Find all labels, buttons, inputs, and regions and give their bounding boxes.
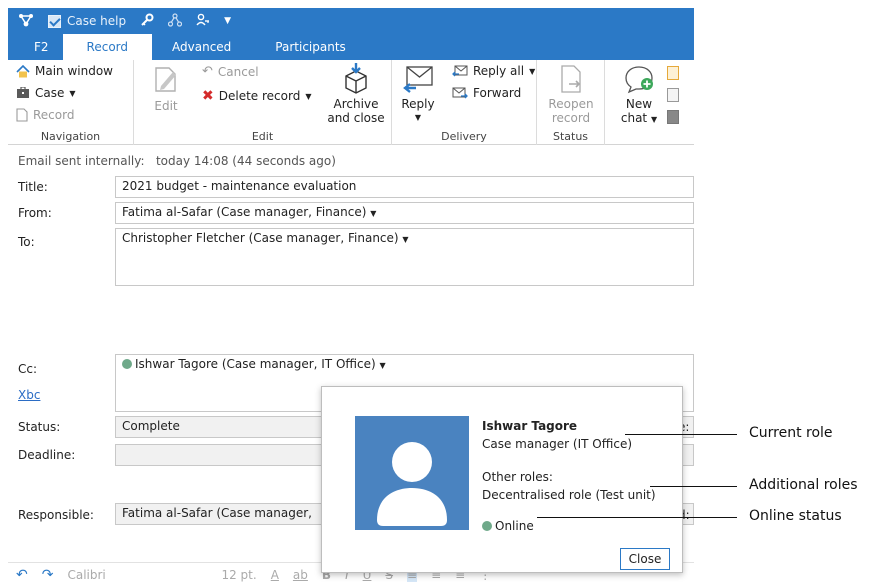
annotation-online-status: Online status xyxy=(749,508,842,524)
status-group: Reopen record Status xyxy=(537,60,605,145)
font-color-icon[interactable]: A xyxy=(271,568,279,582)
redo-icon[interactable]: ↷ xyxy=(42,567,54,583)
checkbox-icon xyxy=(48,14,61,28)
case-button[interactable]: Case ▼ xyxy=(16,86,76,100)
tab-advanced[interactable]: Advanced xyxy=(152,34,251,60)
chevron-down-icon: ▼ xyxy=(414,113,422,122)
contact-name: Ishwar Tagore xyxy=(482,419,578,433)
notes-icon[interactable] xyxy=(667,110,679,124)
forward-icon xyxy=(452,87,468,99)
reopen-document-icon xyxy=(561,65,581,93)
font-select[interactable]: Calibri xyxy=(67,568,207,582)
navigation-group: Main window Case ▼ Record Navigation xyxy=(8,60,134,145)
from-field[interactable]: Fatima al-Safar (Case manager, Finance) … xyxy=(115,202,694,224)
to-field[interactable]: Christopher Fletcher (Case manager, Fina… xyxy=(115,228,694,286)
user-key-icon[interactable] xyxy=(196,13,210,30)
network-icon[interactable] xyxy=(168,12,183,30)
delete-x-icon: ✖ xyxy=(202,88,214,104)
undo-icon[interactable]: ↶ xyxy=(16,567,28,583)
chevron-down-icon: ▼ xyxy=(650,115,658,124)
sent-info: Email sent internally: today 14:08 (44 s… xyxy=(18,154,336,168)
current-role-leader xyxy=(625,434,737,435)
contact-card-popup: Ishwar Tagore Case manager (IT Office) O… xyxy=(321,386,683,573)
home-icon xyxy=(16,64,30,77)
reply-envelope-icon xyxy=(403,66,433,93)
case-folder-icon xyxy=(17,87,29,98)
chevron-down-icon: ▼ xyxy=(305,91,312,101)
archive-and-close-button[interactable]: Archive and close xyxy=(326,62,386,125)
chat-group: New chat ▼ xyxy=(605,60,694,145)
delete-record-button[interactable]: ✖ Delete record ▼ xyxy=(202,88,311,104)
highlight-icon[interactable]: ab xyxy=(293,568,308,582)
from-label: From: xyxy=(18,206,52,220)
record-button[interactable]: Record xyxy=(16,108,74,122)
bcc-link[interactable]: Xbc xyxy=(18,388,40,402)
font-size-select[interactable]: 12 pt. xyxy=(221,568,256,582)
edit-group-label: Edit xyxy=(251,130,274,143)
avatar xyxy=(355,416,469,530)
ribbon: Main window Case ▼ Record Navigation Edit… xyxy=(8,60,694,145)
edit-pencil-icon xyxy=(155,67,176,92)
window-title: Case help xyxy=(67,14,127,28)
close-button[interactable]: Close xyxy=(620,548,670,570)
title-label: Title: xyxy=(18,180,48,194)
user-silhouette-icon xyxy=(377,442,447,526)
ribbon-tabs: F2 Record Advanced Participants xyxy=(8,34,694,60)
sent-time: today 14:08 (44 seconds ago) xyxy=(155,154,336,168)
edit-group: Edit ↶ Cancel ✖ Delete record ▼ Archive a… xyxy=(134,60,392,145)
app-logo-icon[interactable] xyxy=(18,13,34,30)
chevron-down-icon: ▼ xyxy=(69,88,76,98)
document-icon xyxy=(16,108,28,122)
reply-all-button[interactable]: Reply all ▼ xyxy=(452,64,535,78)
online-status-dot xyxy=(122,359,132,369)
edit-button[interactable]: Edit xyxy=(148,64,184,113)
status-label: Status: xyxy=(18,420,61,434)
cc-label: Cc: xyxy=(18,362,38,376)
contact-online-status: Online xyxy=(482,519,534,533)
key-icon[interactable] xyxy=(140,13,154,30)
chevron-down-icon[interactable]: ▼ xyxy=(402,235,408,244)
deadline-label: Deadline: xyxy=(18,448,76,462)
chevron-down-icon[interactable]: ▼ xyxy=(370,209,376,218)
online-status-dot xyxy=(482,521,492,531)
status-group-label: Status xyxy=(552,130,589,143)
annotation-additional-roles: Additional roles xyxy=(749,477,858,493)
reopen-record-button[interactable]: Reopen record xyxy=(541,64,601,125)
responsible-label: Responsible: xyxy=(18,508,94,522)
tab-f2[interactable]: F2 xyxy=(20,34,63,60)
delivery-group: Reply ▼ Reply all ▼ Forward Delivery xyxy=(392,60,537,145)
to-label: To: xyxy=(18,235,35,249)
reply-all-icon xyxy=(452,65,468,77)
new-chat-button[interactable]: New chat ▼ xyxy=(619,64,659,127)
cancel-button[interactable]: ↶ Cancel xyxy=(202,64,259,79)
chevron-down-icon[interactable]: ▼ xyxy=(379,361,385,370)
quick-access-dropdown-icon[interactable]: ▼ xyxy=(224,16,231,26)
additional-roles-leader xyxy=(650,486,737,487)
forward-button[interactable]: Forward xyxy=(452,86,521,100)
title-field[interactable]: 2021 budget - maintenance evaluation xyxy=(115,176,694,198)
online-status-leader xyxy=(537,517,737,518)
tab-record[interactable]: Record xyxy=(62,34,153,60)
f2-record-window: Case help ▼ F2 Record Advanced Participa… xyxy=(8,8,694,587)
main-window-button[interactable]: Main window xyxy=(16,64,113,78)
case-help-toggle[interactable]: Case help xyxy=(48,14,126,28)
archive-box-icon xyxy=(345,63,367,94)
tab-participants[interactable]: Participants xyxy=(251,34,370,60)
add-participant-icon[interactable] xyxy=(667,66,679,80)
navigation-group-label: Navigation xyxy=(40,130,101,143)
undo-arrow-icon: ↶ xyxy=(202,64,213,79)
titlebar: Case help ▼ xyxy=(8,8,694,34)
contact-current-role: Case manager (IT Office) xyxy=(482,437,633,451)
chevron-down-icon: ▼ xyxy=(529,66,536,76)
other-roles-label: Other roles: xyxy=(482,470,553,484)
reply-button[interactable]: Reply ▼ xyxy=(400,64,436,125)
chat-bubble-icon xyxy=(625,66,653,94)
annotation-current-role: Current role xyxy=(749,425,833,441)
contact-other-role: Decentralised role (Test unit) xyxy=(482,488,656,502)
delivery-group-label: Delivery xyxy=(441,130,487,143)
list-icon[interactable] xyxy=(667,88,679,102)
